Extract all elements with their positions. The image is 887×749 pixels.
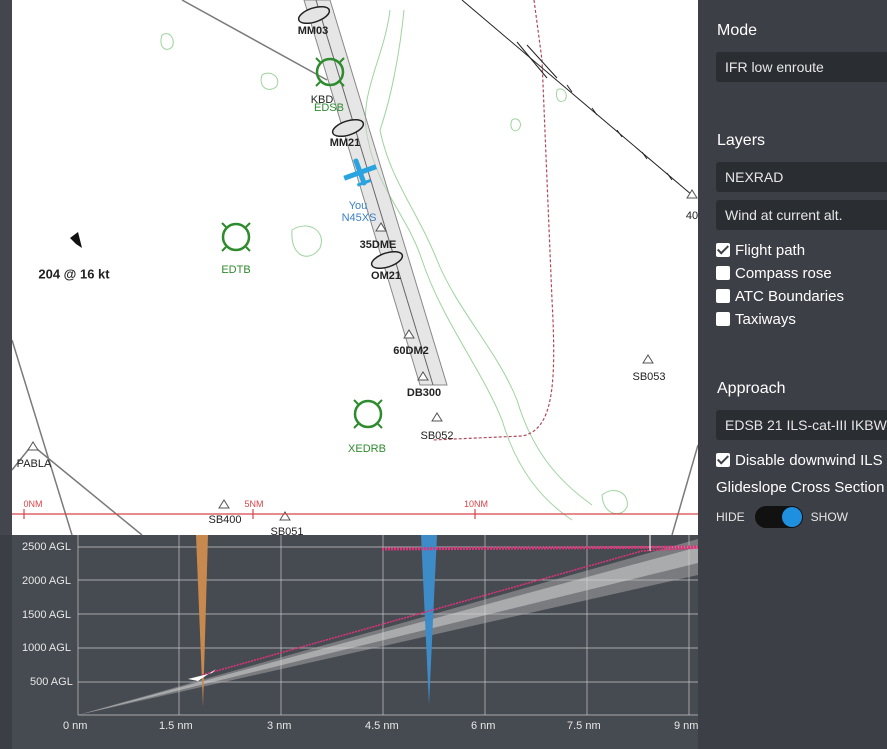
toggle-hide-label: HIDE [716,510,745,524]
airport-label-edtb: EDTB [221,264,251,276]
mode-select[interactable]: IFR low enroute [716,52,887,82]
glide-y-label-2000: 2000 AGL [22,575,71,587]
checkbox-checked-icon[interactable] [716,453,730,467]
glide-x-label-6: 6 nm [471,720,496,732]
layers-heading: Layers [717,132,766,149]
mode-heading: Mode [717,22,758,39]
aircraft-callsign: N45XS [341,212,377,224]
checkbox-unchecked-icon[interactable] [716,312,730,326]
map-left-border [0,0,12,535]
fix-label-mm03: MM03 [297,25,329,37]
checkbox-taxiways[interactable]: Taxiways [716,309,796,329]
glide-y-label-500: 500 AGL [30,676,73,688]
glide-x-label-9: 9 nm [674,720,698,732]
toggle-show-label: SHOW [810,510,849,524]
checkbox-label: Compass rose [735,264,832,282]
airport-label-xedrb: XEDRB [348,443,386,455]
layer-select-nexrad[interactable]: NEXRAD [716,162,887,192]
glideslope-heading: Glideslope Cross Section [716,478,885,496]
scale-bar [12,509,698,519]
checkbox-checked-icon[interactable] [716,243,730,257]
checkbox-compass-rose[interactable]: Compass rose [716,263,832,283]
tick-airway [461,0,693,196]
glideslope-toggle[interactable] [754,506,803,528]
wind-arrow-icon [70,232,82,248]
route-line [431,0,555,441]
fix-label-edge: 40 [685,210,698,222]
approach-select[interactable]: EDSB 21 ILS-cat-III IKBW [716,410,887,440]
fix-label-sb052: SB052 [420,430,454,442]
glide-y-label-1500: 1500 AGL [22,609,71,621]
checkbox-unchecked-icon[interactable] [716,289,730,303]
glide-x-label-3: 3 nm [267,720,292,732]
approach-corridor [303,0,448,386]
glide-y-label-2500: 2500 AGL [22,541,71,553]
toggle-knob[interactable] [781,507,802,527]
approach-centerline [315,0,434,386]
settings-panel: Mode IFR low enroute Layers NEXRAD Wind … [698,0,887,749]
fix-label-sb400: SB400 [208,514,242,526]
wind-readout: 204 @ 16 kt [38,266,110,282]
aircraft-label: You [348,200,368,212]
glideslope-envelope-outer [78,539,698,715]
glide-y-label-1000: 1000 AGL [22,642,71,654]
checkbox-label: ATC Boundaries [735,287,844,305]
map-view[interactable]: MM03 KBD EDSB MM21 You N45XS EDTB 35DME … [12,0,698,535]
checkbox-label: Flight path [735,241,806,259]
approach-heading: Approach [717,380,786,397]
glideslope-cross-section: 2500 AGL 2000 AGL 1500 AGL 1000 AGL 500 … [12,535,698,749]
fix-label-sb051: SB051 [270,526,304,535]
fix-label-om21: OM21 [371,270,401,282]
glide-x-label-4.5: 4.5 nm [365,720,399,732]
glide-x-label-0: 0 nm [63,720,88,732]
scale-label-0: 0NM [23,499,43,509]
fix-label-db300: DB300 [406,387,442,399]
airport-label-edsb: EDSB [314,102,344,114]
glide-x-label-7.5: 7.5 nm [567,720,601,732]
glideslope-toggle-row[interactable]: HIDE SHOW [716,506,848,528]
checkbox-atc-boundaries[interactable]: ATC Boundaries [716,286,844,306]
fix-label-35dme: 35DME [359,239,397,251]
scale-label-10: 10NM [463,499,489,509]
checkbox-flight-path[interactable]: Flight path [716,240,805,260]
layer-select-wind[interactable]: Wind at current alt. [716,200,887,230]
fix-label-sb053: SB053 [632,371,666,383]
scale-label-5: 5NM [244,499,264,509]
fix-label-pabla: PABLA [16,458,52,470]
glideslope-canvas [77,535,698,716]
glide-x-label-1.5: 1.5 nm [159,720,193,732]
checkbox-label: Disable downwind ILS [735,451,883,469]
checkbox-disable-downwind[interactable]: Disable downwind ILS [716,450,883,470]
checkbox-unchecked-icon[interactable] [716,266,730,280]
checkbox-label: Taxiways [735,310,796,328]
fix-label-mm21: MM21 [329,137,361,149]
fix-label-60dm2: 60DM2 [393,345,429,357]
